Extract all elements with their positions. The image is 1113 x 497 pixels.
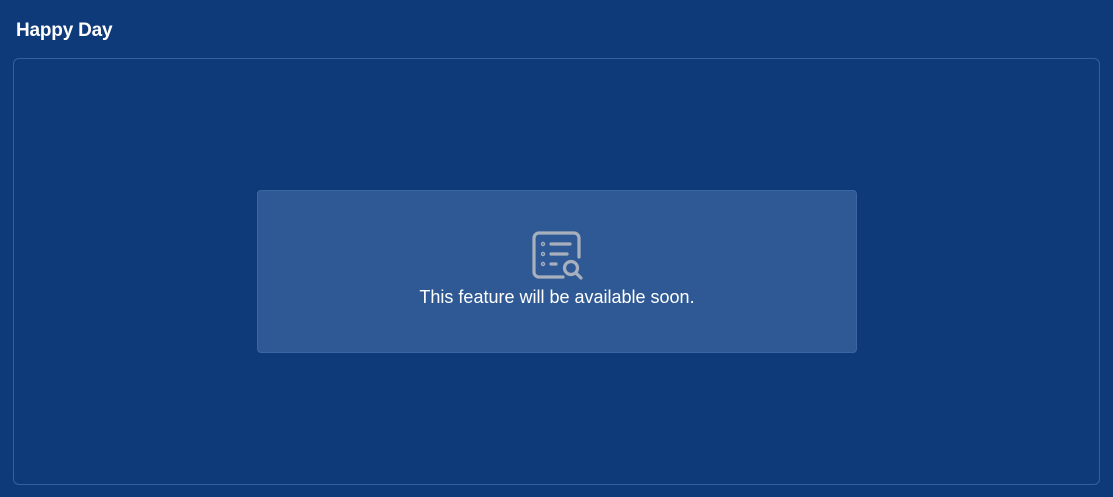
app-window: Happy Day This feature will be available… [0,0,1113,497]
coming-soon-message: This feature will be available soon. [419,287,695,307]
document-search-icon [532,231,583,280]
coming-soon-card: This feature will be available soon. [257,190,857,353]
page-title: Happy Day [16,20,113,41]
content-panel: This feature will be available soon. [13,58,1100,485]
